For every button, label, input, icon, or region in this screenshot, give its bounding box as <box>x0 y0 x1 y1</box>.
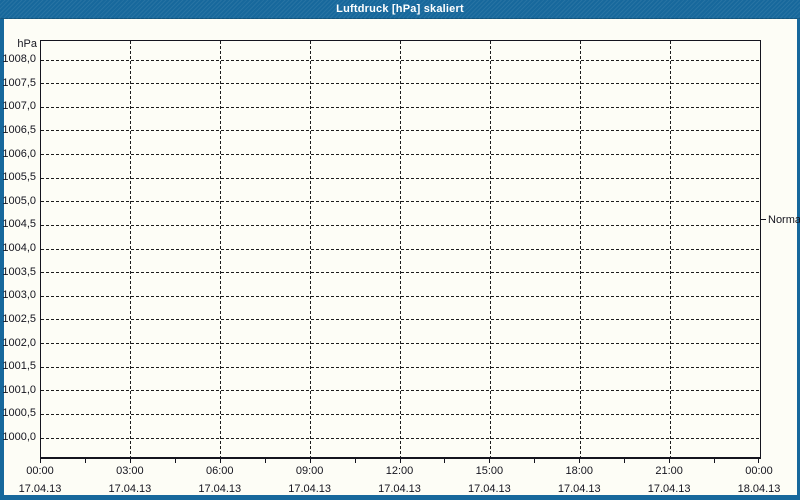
x-axis: 00:00 17.04.13 03:00 17.04.13 06:00 17.04.13 0… <box>19 459 780 495</box>
x-tick-mark <box>264 459 266 463</box>
v-gridline <box>669 41 671 457</box>
x-tick-time-label: 15:00 <box>475 465 504 477</box>
plot-area <box>40 40 761 459</box>
y-tick-label: 1003,0 <box>2 289 36 302</box>
y-tick-label: 1003,5 <box>2 265 36 278</box>
y-tick-label: 1006,0 <box>2 147 36 160</box>
x-tick-mark <box>489 459 491 463</box>
x-tick-mark <box>399 459 401 463</box>
x-tick-time-label: 18:00 <box>565 465 594 477</box>
x-tick-date-label: 17.04.13 <box>108 483 152 495</box>
normal-annotation-label: Normal <box>768 213 800 226</box>
window-title: Luftdruck [hPa] skaliert <box>336 3 464 15</box>
x-tick-mark <box>309 459 311 463</box>
y-tick-label: 1000,0 <box>2 431 36 443</box>
y-tick-label: 1000,5 <box>2 407 36 420</box>
x-tick-time-label: 00:00 <box>745 465 773 477</box>
y-tick-label: 1004,5 <box>2 218 36 231</box>
y-tick-label: 1002,0 <box>2 336 36 349</box>
x-tick-time-label: 12:00 <box>385 465 414 477</box>
x-tick-mark <box>174 459 176 463</box>
x-tick-mark <box>84 459 86 463</box>
y-tick-label: 1001,5 <box>2 360 36 373</box>
v-gridline <box>400 41 401 457</box>
x-tick-mark <box>354 459 356 463</box>
chart-area: hPa 1008,0 1007,5 1007,0 1006,5 1006,0 1005,5… <box>2 19 800 495</box>
v-gridline <box>220 41 222 457</box>
x-tick-mark <box>758 459 759 463</box>
x-tick-mark <box>714 459 716 463</box>
v-gridline <box>310 41 312 457</box>
x-tick-time-label: 09:00 <box>295 465 324 477</box>
y-tick-label: 1004,0 <box>2 242 36 254</box>
y-tick-label: 1006,5 <box>2 123 36 136</box>
x-tick-mark <box>219 459 221 463</box>
x-tick-mark <box>669 459 671 463</box>
x-tick-mark <box>534 459 536 463</box>
x-tick-time-label: 21:00 <box>655 465 683 477</box>
normal-annotation-tick <box>761 219 766 221</box>
y-tick-label: 1007,0 <box>2 100 36 113</box>
x-tick-date-label: 17.04.13 <box>647 483 691 495</box>
x-tick-date-label: 18.04.13 <box>737 483 781 495</box>
y-tick-label: 1007,5 <box>2 76 36 89</box>
v-gridline <box>489 41 491 457</box>
y-tick-label: 1005,0 <box>2 194 36 207</box>
y-tick-label: 1002,5 <box>2 312 36 325</box>
y-tick-label: 1008,0 <box>2 53 36 65</box>
x-tick-date-label: 17.04.13 <box>18 483 62 495</box>
x-tick-time-label: 00:00 <box>26 465 54 477</box>
x-tick-mark <box>624 459 626 463</box>
v-gridline <box>130 41 132 457</box>
x-tick-time-label: 03:00 <box>116 465 144 477</box>
x-tick-date-label: 17.04.13 <box>198 483 242 495</box>
x-tick-mark <box>129 459 131 463</box>
x-tick-time-label: 06:00 <box>205 465 234 477</box>
window-titlebar: Luftdruck [hPa] skaliert <box>0 0 800 19</box>
x-tick-date-label: 17.04.13 <box>467 483 511 495</box>
y-tick-label: 1005,5 <box>2 171 36 184</box>
x-tick-mark <box>579 459 581 463</box>
x-tick-mark <box>444 459 446 463</box>
x-tick-date-label: 17.04.13 <box>378 483 421 495</box>
x-tick-date-label: 17.04.13 <box>557 483 601 495</box>
y-axis-labels: 1008,0 1007,5 1007,0 1006,5 1006,0 1005,5 1005… <box>2 40 37 459</box>
x-tick-mark <box>40 459 41 463</box>
y-tick-label: 1001,0 <box>2 383 36 396</box>
chart-window: Luftdruck [hPa] skaliert hPa 1008,0 1007,… <box>0 0 800 500</box>
x-tick-date-label: 17.04.13 <box>288 483 332 495</box>
v-gridline <box>579 41 581 457</box>
